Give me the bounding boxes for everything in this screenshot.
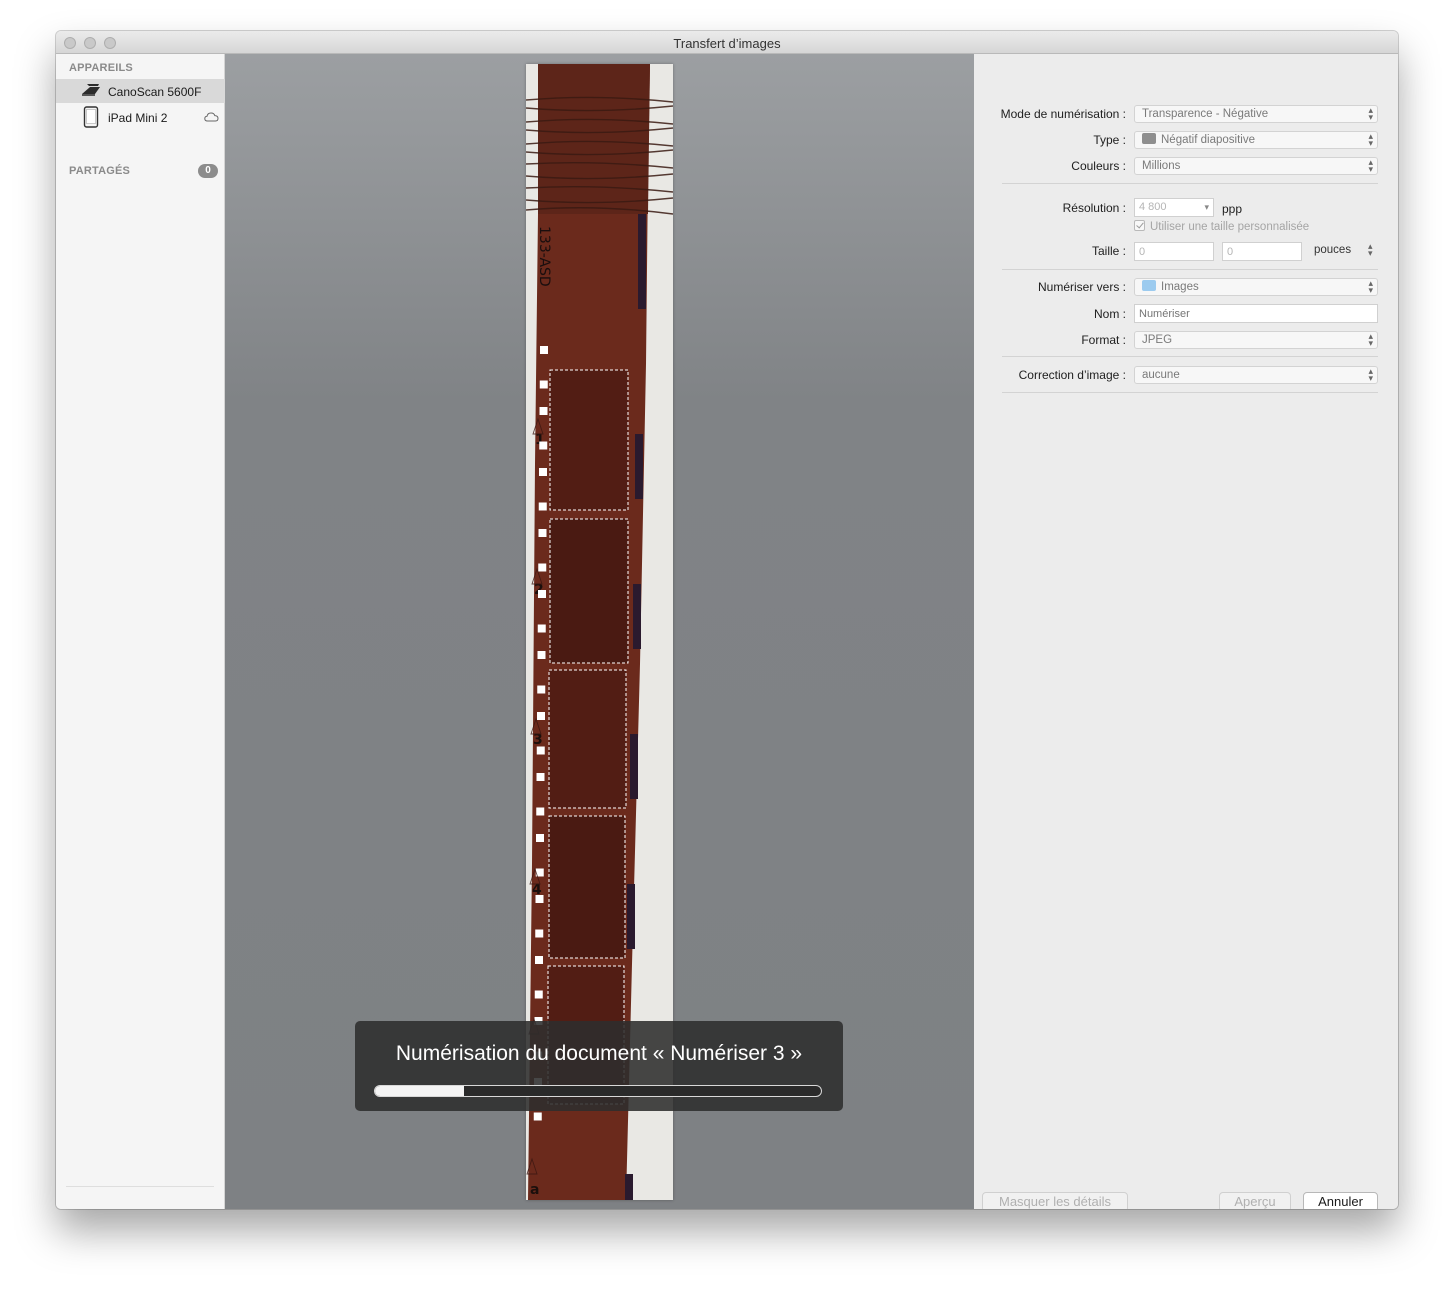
device-sidebar: APPAREILS CanoScan 5600F iPad Mini 2 PAR…	[56, 54, 225, 1209]
window-title: Transfert d’images	[673, 36, 781, 51]
sprocket-hole	[539, 441, 548, 450]
sidebar-divider	[66, 1186, 214, 1187]
scan-to-label: Numériser vers :	[1037, 280, 1126, 294]
scan-progress-hud: Numérisation du document « Numériser 3 »	[355, 1021, 843, 1111]
sprocket-hole	[540, 346, 548, 354]
sprocket-hole	[538, 590, 546, 598]
name-label: Nom :	[1093, 307, 1126, 321]
chevron-updown-icon: ▴ ▾	[1368, 278, 1373, 295]
sprocket-hole	[539, 380, 548, 389]
size-unit-popup[interactable]: pouces ▴ ▾	[1314, 242, 1373, 258]
chevron-updown-icon: ▴ ▾	[1368, 131, 1373, 148]
film-frame	[550, 519, 628, 663]
hide-details-button[interactable]: Masquer les détails	[982, 1192, 1128, 1209]
sprocket-hole	[536, 834, 544, 842]
type-value: Négatif diapositive	[1161, 134, 1255, 146]
progress-message: Numérisation du document « Numériser 3 »	[395, 1042, 803, 1065]
size-height-field[interactable]	[1222, 242, 1302, 261]
sidebar-item-label: CanoScan 5600F	[108, 85, 202, 99]
correction-label: Correction d’image :	[1018, 368, 1126, 382]
sprocket-hole	[536, 807, 545, 816]
chevron-updown-icon: ▴ ▾	[1368, 105, 1373, 122]
name-field[interactable]	[1134, 304, 1378, 323]
sprocket-hole	[533, 1112, 542, 1121]
separator	[1002, 392, 1378, 393]
film-frame	[549, 670, 626, 808]
sprocket-hole	[535, 929, 544, 938]
sprocket-hole	[537, 685, 546, 694]
film-frame	[550, 370, 628, 510]
colors-value: Millions	[1142, 160, 1181, 172]
resolution-unit: ppp	[1222, 202, 1243, 216]
type-popup[interactable]: Négatif diapositive ▴ ▾	[1134, 131, 1378, 149]
chevron-updown-icon: ▴ ▾	[1368, 157, 1373, 174]
colors-popup[interactable]: Millions ▴ ▾	[1134, 157, 1378, 175]
sprocket-hole	[535, 956, 543, 964]
scan-mode-value: Transparence - Négative	[1142, 108, 1269, 120]
scanner-icon	[82, 84, 100, 96]
svg-text:133-ASD: 133-ASD	[536, 226, 552, 287]
scan-mode-popup[interactable]: Transparence - Négative ▴ ▾	[1134, 105, 1378, 123]
format-value: JPEG	[1142, 334, 1173, 346]
chevron-updown-icon: ▴ ▾	[1368, 366, 1373, 383]
correction-popup[interactable]: aucune ▴ ▾	[1134, 366, 1378, 384]
resolution-combo[interactable]: 4 800 ▾	[1134, 198, 1214, 217]
cancel-button[interactable]: Annuler	[1303, 1192, 1378, 1209]
chevron-down-icon: ▾	[1204, 202, 1209, 212]
sprocket-hole	[536, 773, 545, 781]
resolution-value: 4 800	[1139, 201, 1167, 213]
size-width-field[interactable]	[1134, 242, 1214, 261]
scan-mode-label: Mode de numérisation :	[1000, 107, 1126, 121]
format-popup[interactable]: JPEG ▴ ▾	[1134, 331, 1378, 349]
shared-count-badge: 0	[198, 164, 218, 178]
scan-to-value: Images	[1161, 281, 1199, 293]
type-label: Type :	[1093, 133, 1126, 147]
custom-size-checkbox[interactable]	[1134, 220, 1145, 231]
sidebar-item-ipad[interactable]: iPad Mini 2	[56, 105, 225, 129]
sprocket-hole	[537, 624, 546, 633]
colors-label: Couleurs :	[1071, 159, 1126, 173]
size-label: Taille :	[1091, 244, 1126, 258]
chevron-updown-icon: ▴ ▾	[1368, 331, 1373, 348]
scan-preview-area[interactable]: 133-ASD 1 2 3 4 a Numérisation	[225, 54, 974, 1209]
preview-button[interactable]: Aperçu	[1219, 1192, 1291, 1209]
negative-film-icon	[1142, 133, 1156, 144]
separator	[1002, 183, 1378, 184]
sprocket-hole	[537, 651, 546, 659]
frame-number-5: a	[530, 1182, 539, 1198]
shared-header: PARTAGÉS	[69, 165, 131, 177]
custom-size-checkbox-row[interactable]: Utiliser une taille personnalisée	[1134, 220, 1309, 233]
resolution-label: Résolution :	[1062, 201, 1126, 215]
custom-size-label: Utiliser une taille personnalisée	[1150, 221, 1310, 233]
scan-to-popup[interactable]: Images ▴ ▾	[1134, 278, 1378, 296]
separator	[1002, 356, 1378, 357]
sprocket-hole	[536, 746, 545, 755]
correction-value: aucune	[1142, 369, 1180, 381]
title-bar: Transfert d’images	[56, 31, 1398, 54]
sprocket-hole	[538, 563, 547, 572]
sprocket-hole	[537, 712, 545, 720]
sidebar-item-label: iPad Mini 2	[108, 111, 168, 125]
chevron-updown-icon: ▴ ▾	[1368, 241, 1373, 258]
cloud-icon	[204, 112, 219, 122]
progress-bar	[374, 1085, 822, 1097]
sprocket-hole	[539, 407, 548, 415]
folder-icon	[1142, 280, 1156, 291]
separator	[1002, 269, 1378, 270]
sprocket-hole	[534, 990, 543, 999]
sprocket-hole	[539, 468, 547, 476]
ipad-icon	[83, 106, 99, 128]
size-unit-value: pouces	[1314, 244, 1352, 256]
sprocket-hole	[538, 529, 547, 537]
sprocket-hole	[538, 502, 547, 511]
film-frame	[549, 816, 625, 958]
image-capture-window: Transfert d’images APPAREILS CanoScan 56…	[56, 31, 1398, 1209]
format-label: Format :	[1081, 333, 1126, 347]
scan-settings-panel: Mode de numérisation : Transparence - Né…	[974, 54, 1398, 1209]
sidebar-item-canoscan[interactable]: CanoScan 5600F	[56, 79, 225, 103]
progress-bar-fill	[375, 1086, 465, 1096]
devices-header: APPAREILS	[69, 62, 133, 74]
sprocket-hole	[535, 895, 544, 903]
